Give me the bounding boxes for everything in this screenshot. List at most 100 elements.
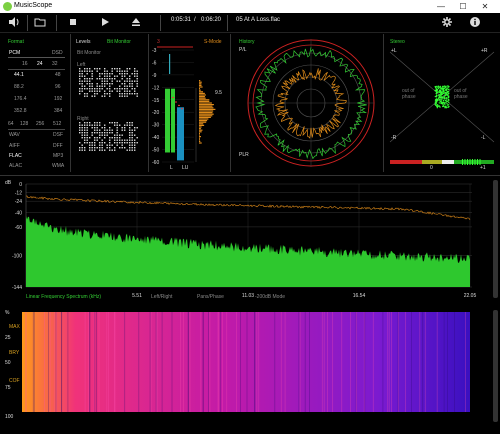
stereo-dot: [436, 101, 438, 103]
bit-cell: [116, 139, 118, 141]
bit-cell: [134, 93, 136, 95]
bit-cell: [121, 95, 123, 97]
bit-cell: [94, 68, 96, 70]
stereo-dot: [436, 89, 438, 92]
correlation-tick: [462, 159, 463, 165]
spectrogram-streak: [200, 312, 202, 412]
bit-monitor-tab[interactable]: Bit Monitor: [107, 39, 131, 45]
stereo-minus-r: -R: [391, 135, 397, 141]
bit-cell: [79, 122, 81, 124]
bit-cell: [106, 144, 108, 146]
bit-cell: [101, 73, 103, 75]
spectrogram-scrollbar[interactable]: [493, 310, 498, 422]
spectrum-y-tick: -60: [15, 225, 22, 231]
bit-cell: [79, 90, 81, 92]
bit-cell: [111, 90, 113, 92]
spectrogram-streak: [436, 312, 438, 412]
bit-cell: [131, 80, 133, 82]
maximize-button[interactable]: ☐: [452, 0, 474, 13]
stereo-dot: [445, 107, 448, 109]
meter-histogram-bin: [199, 116, 211, 118]
spectrogram-streak: [424, 312, 426, 412]
meter-marker: [172, 97, 174, 99]
bit-cell: [109, 139, 111, 141]
levels-tab[interactable]: Levels: [76, 39, 90, 45]
bit-cell: [124, 129, 126, 131]
stereo-dot: [437, 94, 440, 96]
bit-cell: [134, 149, 136, 151]
bit-cell: [94, 95, 96, 97]
bit-cell: [121, 73, 123, 75]
meter-histogram-bin: [199, 88, 201, 90]
bit-cell: [124, 85, 126, 87]
meter-histogram-bin: [199, 121, 207, 123]
bit-cell: [99, 134, 101, 136]
bit-cell: [99, 132, 101, 134]
spectrum-x-tick: 16.54: [353, 293, 366, 299]
bit-cell: [104, 85, 106, 87]
bit-cell: [89, 90, 91, 92]
bit-cell: [104, 132, 106, 134]
spectrogram-streak: [209, 312, 211, 412]
stereo-dot: [436, 98, 439, 101]
bit-cell: [131, 132, 133, 134]
bit-cell: [106, 73, 108, 75]
spectrogram-streak: [350, 312, 351, 412]
stereo-dot: [434, 103, 436, 106]
format-pcm: PCM: [9, 50, 21, 56]
spectrum-scrollbar[interactable]: [493, 180, 498, 298]
tab-200db-mode[interactable]: -200dB Mode: [255, 294, 285, 300]
volume-icon[interactable]: [7, 16, 21, 30]
stereo-dot: [441, 93, 443, 95]
info-icon[interactable]: [468, 16, 482, 30]
bit-cell: [119, 95, 121, 97]
tab-linear-spectrum[interactable]: Linear Frequency Spectrum (kHz): [26, 294, 101, 300]
stereo-dot: [439, 98, 441, 101]
bit-cell: [86, 70, 88, 72]
bit-cell: [114, 75, 116, 77]
bit-cell: [106, 147, 108, 149]
stop-icon[interactable]: [66, 16, 80, 30]
close-button[interactable]: ✕: [474, 0, 496, 13]
bit-cell: [116, 124, 118, 126]
meter-histogram-bin: [199, 107, 214, 109]
history-radar: [247, 39, 375, 167]
bit-cell: [86, 139, 88, 141]
bit-cell: [104, 83, 106, 85]
minimize-button[interactable]: —: [430, 0, 452, 13]
bit-cell: [104, 124, 106, 126]
spectrum-y-tick: -12: [15, 191, 22, 197]
bit-cell: [94, 124, 96, 126]
tab-pans-phase[interactable]: Pans/Phase: [197, 294, 224, 300]
tab-left-right[interactable]: Left/Right: [151, 294, 172, 300]
spectrum-y-tick: -144: [12, 285, 22, 291]
eject-icon[interactable]: [129, 16, 143, 30]
meter-scale-tick: -12: [152, 85, 159, 91]
bit-cell: [134, 127, 136, 129]
bit-cell: [136, 127, 138, 129]
stereo-dot: [441, 88, 443, 90]
meter-scale-tick: -60: [152, 160, 159, 166]
spectrogram-streak: [187, 312, 189, 412]
spectrogram-streak: [387, 312, 389, 412]
bit-cell: [126, 78, 128, 80]
settings-gear-icon[interactable]: [440, 16, 454, 30]
bit-cell: [96, 78, 98, 80]
bit-cell: [109, 93, 111, 95]
bit-cell: [121, 70, 123, 72]
bit-cell: [129, 139, 131, 141]
bit-cell: [119, 73, 121, 75]
bit-cell: [106, 70, 108, 72]
bit-cell: [101, 132, 103, 134]
meter-panel: 3 S-Mode -3 -6 -9 -12 -15 -20 -30 -40 -50 -60 9.5…: [149, 34, 231, 172]
stereo-dot: [443, 87, 445, 90]
play-icon[interactable]: [98, 16, 112, 30]
bit-cell: [114, 124, 116, 126]
bit-cell: [109, 132, 111, 134]
open-folder-icon[interactable]: [33, 16, 47, 30]
bit-cell: [124, 70, 126, 72]
spectrogram-y-tick: 75: [5, 385, 11, 391]
bit-cell: [99, 137, 101, 139]
bit-cell: [81, 85, 83, 87]
bit-cell: [131, 129, 133, 131]
